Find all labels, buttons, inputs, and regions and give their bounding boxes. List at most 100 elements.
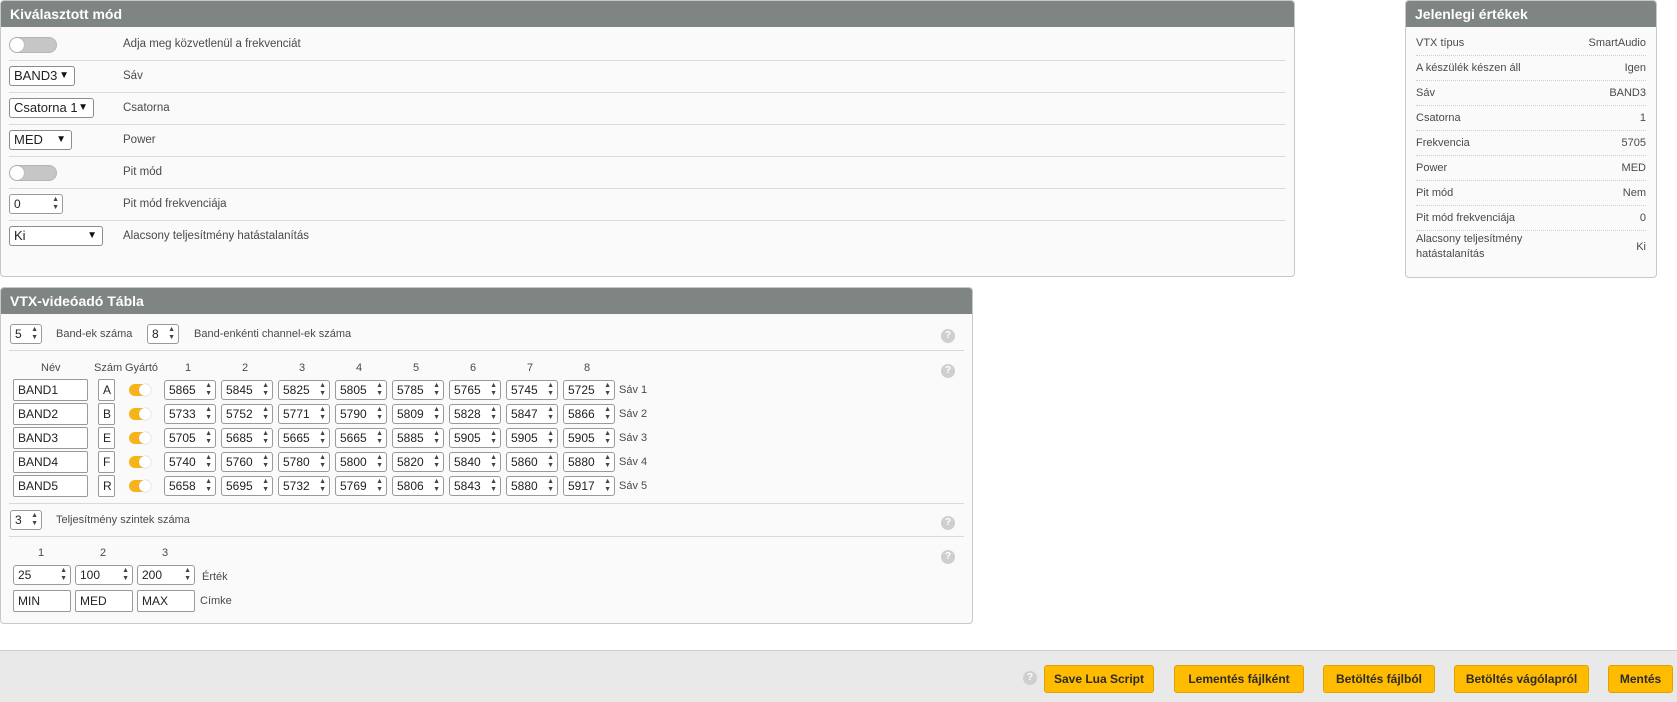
frequency-input[interactable]: 5769 ▲ ▼ [335, 476, 387, 496]
frequency-input[interactable]: 5790 ▲ ▼ [335, 404, 387, 424]
frequency-input[interactable]: 5785 ▲ ▼ [392, 380, 444, 400]
factory-toggle[interactable] [129, 384, 151, 396]
spinner-arrows-icon[interactable]: ▲ ▼ [547, 454, 554, 470]
load-from-file-button[interactable]: Betöltés fájlból [1323, 665, 1435, 693]
frequency-input[interactable]: 5733 ▲ ▼ [164, 404, 216, 424]
band-name-input[interactable]: BAND4 [13, 451, 88, 473]
frequency-input[interactable]: 5725 ▲ ▼ [563, 380, 615, 400]
select-dropdown[interactable]: MED ▼ [9, 130, 72, 150]
spinner-arrows-icon[interactable]: ▲ ▼ [490, 382, 497, 398]
spinner-arrows-icon[interactable]: ▲ ▼ [376, 478, 383, 494]
help-icon[interactable]: ? [941, 516, 955, 530]
spinner-arrows-icon[interactable]: ▲ ▼ [184, 567, 191, 583]
spinner-arrows-icon[interactable]: ▲ ▼ [319, 478, 326, 494]
spinner-arrows-icon[interactable]: ▲ ▼ [205, 430, 212, 446]
frequency-input[interactable]: 5905 ▲ ▼ [506, 428, 558, 448]
spinner-arrows-icon[interactable]: ▲ ▼ [376, 406, 383, 422]
frequency-input[interactable]: 5752 ▲ ▼ [221, 404, 273, 424]
frequency-input[interactable]: 5840 ▲ ▼ [449, 452, 501, 472]
spinner-arrows-icon[interactable]: ▲ ▼ [490, 430, 497, 446]
frequency-input[interactable]: 5705 ▲ ▼ [164, 428, 216, 448]
frequency-input[interactable]: 5665 ▲ ▼ [278, 428, 330, 448]
spinner-arrows-icon[interactable]: ▲ ▼ [262, 382, 269, 398]
help-icon[interactable]: ? [941, 550, 955, 564]
spinner-arrows-icon[interactable]: ▲ ▼ [433, 382, 440, 398]
save-to-file-button[interactable]: Lementés fájlként [1174, 665, 1304, 693]
spinner-arrows-icon[interactable]: ▲ ▼ [490, 478, 497, 494]
select-dropdown[interactable]: Csatorna 1 ▼ [9, 98, 94, 118]
frequency-input[interactable]: 5760 ▲ ▼ [221, 452, 273, 472]
frequency-input[interactable]: 5805 ▲ ▼ [335, 380, 387, 400]
spinner-arrows-icon[interactable]: ▲ ▼ [433, 406, 440, 422]
power-label-input[interactable]: MAX [137, 590, 195, 612]
spinner-arrows-icon[interactable]: ▲ ▼ [319, 406, 326, 422]
spinner-arrows-icon[interactable]: ▲ ▼ [547, 478, 554, 494]
frequency-input[interactable]: 5828 ▲ ▼ [449, 404, 501, 424]
frequency-input[interactable]: 5658 ▲ ▼ [164, 476, 216, 496]
frequency-input[interactable]: 5809 ▲ ▼ [392, 404, 444, 424]
frequency-input[interactable]: 5860 ▲ ▼ [506, 452, 558, 472]
frequency-input[interactable]: 5745 ▲ ▼ [506, 380, 558, 400]
spinner-arrows-icon[interactable]: ▲ ▼ [52, 196, 59, 212]
toggle-switch[interactable] [9, 37, 57, 53]
frequency-input[interactable]: 5740 ▲ ▼ [164, 452, 216, 472]
spinner-arrows-icon[interactable]: ▲ ▼ [433, 454, 440, 470]
frequency-input[interactable]: 5847 ▲ ▼ [506, 404, 558, 424]
band-letter-input[interactable]: E [98, 427, 115, 449]
frequency-input[interactable]: 5771 ▲ ▼ [278, 404, 330, 424]
frequency-input[interactable]: 5905 ▲ ▼ [563, 428, 615, 448]
factory-toggle[interactable] [129, 480, 151, 492]
spinner-arrows-icon[interactable]: ▲ ▼ [547, 406, 554, 422]
spinner-arrows-icon[interactable]: ▲ ▼ [547, 430, 554, 446]
factory-toggle[interactable] [129, 456, 151, 468]
frequency-input[interactable]: 5732 ▲ ▼ [278, 476, 330, 496]
factory-toggle[interactable] [129, 408, 151, 420]
save-button[interactable]: Mentés [1608, 665, 1673, 693]
spinner-arrows-icon[interactable]: ▲ ▼ [490, 406, 497, 422]
spinner-arrows-icon[interactable]: ▲ ▼ [376, 430, 383, 446]
frequency-input[interactable]: 5865 ▲ ▼ [164, 380, 216, 400]
frequency-input[interactable]: 5845 ▲ ▼ [221, 380, 273, 400]
spinner-arrows-icon[interactable]: ▲ ▼ [122, 567, 129, 583]
frequency-input[interactable]: 5695 ▲ ▼ [221, 476, 273, 496]
spinner-arrows-icon[interactable]: ▲ ▼ [262, 478, 269, 494]
power-value-input[interactable]: 25 ▲ ▼ [13, 565, 71, 585]
band-name-input[interactable]: BAND3 [13, 427, 88, 449]
select-dropdown[interactable]: Ki ▼ [9, 226, 103, 246]
spinner-arrows-icon[interactable]: ▲ ▼ [604, 406, 611, 422]
spinner-arrows-icon[interactable]: ▲ ▼ [433, 478, 440, 494]
load-from-clipboard-button[interactable]: Betöltés vágólapról [1454, 665, 1589, 693]
spinner-arrows-icon[interactable]: ▲ ▼ [604, 382, 611, 398]
help-icon[interactable]: ? [941, 329, 955, 343]
select-dropdown[interactable]: BAND3 ▼ [9, 66, 75, 86]
power-label-input[interactable]: MIN [13, 590, 71, 612]
spinner-arrows-icon[interactable]: ▲ ▼ [547, 382, 554, 398]
spinner-arrows-icon[interactable]: ▲ ▼ [31, 326, 38, 342]
band-letter-input[interactable]: R [98, 475, 115, 497]
frequency-input[interactable]: 5843 ▲ ▼ [449, 476, 501, 496]
frequency-input[interactable]: 5825 ▲ ▼ [278, 380, 330, 400]
spinner-arrows-icon[interactable]: ▲ ▼ [31, 512, 38, 528]
frequency-input[interactable]: 5880 ▲ ▼ [563, 452, 615, 472]
band-name-input[interactable]: BAND5 [13, 475, 88, 497]
spinner-arrows-icon[interactable]: ▲ ▼ [262, 430, 269, 446]
spinner-arrows-icon[interactable]: ▲ ▼ [60, 567, 67, 583]
spinner-arrows-icon[interactable]: ▲ ▼ [205, 478, 212, 494]
spinner-arrows-icon[interactable]: ▲ ▼ [205, 382, 212, 398]
frequency-input[interactable]: 5780 ▲ ▼ [278, 452, 330, 472]
band-letter-input[interactable]: F [98, 451, 115, 473]
spinner-arrows-icon[interactable]: ▲ ▼ [604, 454, 611, 470]
spinner-arrows-icon[interactable]: ▲ ▼ [376, 382, 383, 398]
band-count-input[interactable]: 5 ▲ ▼ [10, 324, 42, 344]
band-name-input[interactable]: BAND2 [13, 403, 88, 425]
spinner-arrows-icon[interactable]: ▲ ▼ [168, 326, 175, 342]
frequency-input[interactable]: 5917 ▲ ▼ [563, 476, 615, 496]
frequency-input[interactable]: 5806 ▲ ▼ [392, 476, 444, 496]
frequency-input[interactable]: 5665 ▲ ▼ [335, 428, 387, 448]
frequency-input[interactable]: 5765 ▲ ▼ [449, 380, 501, 400]
band-name-input[interactable]: BAND1 [13, 379, 88, 401]
spinner-arrows-icon[interactable]: ▲ ▼ [319, 454, 326, 470]
help-icon[interactable]: ? [1023, 671, 1037, 685]
spinner-arrows-icon[interactable]: ▲ ▼ [319, 382, 326, 398]
spinner-arrows-icon[interactable]: ▲ ▼ [319, 430, 326, 446]
